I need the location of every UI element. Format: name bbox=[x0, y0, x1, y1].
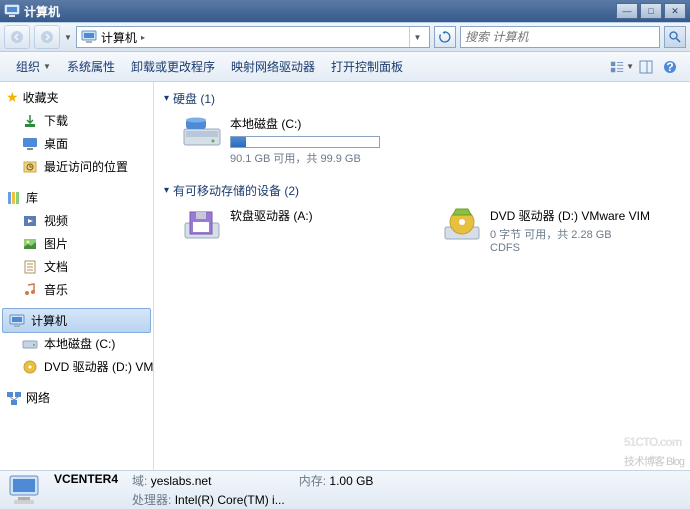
dvd-icon bbox=[22, 359, 38, 375]
map-drive-button[interactable]: 映射网络驱动器 bbox=[223, 54, 323, 79]
drive-name: 本地磁盘 (C:) bbox=[230, 115, 402, 134]
collapse-icon: ▾ bbox=[164, 185, 169, 196]
main-pane: ▾硬盘 (1) 本地磁盘 (C:) 90.1 GB 可用，共 99.9 GB ▾… bbox=[154, 82, 690, 470]
computer-icon bbox=[8, 473, 44, 507]
removable-section-header[interactable]: ▾有可移动存储的设备 (2) bbox=[164, 180, 680, 201]
breadcrumb-text[interactable]: 计算机 bbox=[101, 29, 137, 46]
address-bar[interactable]: 计算机 ▸ ▼ bbox=[76, 26, 430, 48]
search-box[interactable] bbox=[460, 26, 660, 48]
video-icon bbox=[22, 213, 38, 229]
sidebar-item-pictures[interactable]: 图片 bbox=[0, 232, 153, 255]
control-panel-button[interactable]: 打开控制面板 bbox=[323, 54, 411, 79]
sidebar: ★ 收藏夹 下载 桌面 最近访问的位置 库 视频 图片 文档 音乐 计算机 本地… bbox=[0, 82, 154, 470]
sidebar-item-videos[interactable]: 视频 bbox=[0, 209, 153, 232]
favorites-header[interactable]: ★ 收藏夹 bbox=[0, 86, 153, 109]
computer-name: VCENTER4 bbox=[54, 472, 118, 489]
drive-name: DVD 驱动器 (D:) VMware VIM bbox=[490, 207, 662, 226]
hard-disk-icon bbox=[182, 115, 222, 151]
organize-menu[interactable]: 组织 ▼ bbox=[8, 54, 59, 79]
picture-icon bbox=[22, 236, 38, 252]
sidebar-item-computer[interactable]: 计算机 bbox=[2, 308, 151, 333]
computer-icon bbox=[9, 313, 25, 329]
drive-floppy-a[interactable]: 软盘驱动器 (A:) bbox=[182, 207, 402, 254]
search-input[interactable] bbox=[465, 30, 655, 44]
cpu-value: Intel(R) Core(TM) i... bbox=[175, 493, 285, 507]
drive-free-space: 90.1 GB 可用，共 99.9 GB bbox=[230, 150, 402, 166]
network-icon bbox=[6, 390, 22, 406]
title-bar: 计算机 — □ ✕ bbox=[0, 0, 690, 22]
download-icon bbox=[22, 113, 38, 129]
sidebar-item-local-disk-c[interactable]: 本地磁盘 (C:) bbox=[0, 332, 153, 355]
floppy-icon bbox=[182, 207, 222, 243]
close-button[interactable]: ✕ bbox=[664, 3, 686, 19]
title-text: 计算机 bbox=[24, 3, 616, 20]
recent-icon bbox=[22, 159, 38, 175]
search-button[interactable] bbox=[664, 26, 686, 48]
music-icon bbox=[22, 282, 38, 298]
help-button[interactable]: ? bbox=[658, 56, 682, 78]
libraries-header[interactable]: 库 bbox=[0, 186, 153, 209]
drive-dvd-d[interactable]: DVD 驱动器 (D:) VMware VIM 0 字节 可用，共 2.28 G… bbox=[442, 207, 662, 254]
view-mode-button[interactable]: ▼ bbox=[610, 56, 634, 78]
sidebar-item-dvd-d[interactable]: DVD 驱动器 (D:) VM bbox=[0, 355, 153, 378]
minimize-button[interactable]: — bbox=[616, 3, 638, 19]
back-button[interactable] bbox=[4, 25, 30, 49]
network-header[interactable]: 网络 bbox=[0, 386, 153, 409]
library-icon bbox=[6, 190, 22, 206]
preview-pane-button[interactable] bbox=[634, 56, 658, 78]
desktop-icon bbox=[22, 136, 38, 152]
domain-value: yeslabs.net bbox=[151, 474, 212, 488]
refresh-button[interactable] bbox=[434, 26, 456, 48]
maximize-button[interactable]: □ bbox=[640, 3, 662, 19]
nav-bar: ▼ 计算机 ▸ ▼ bbox=[0, 22, 690, 52]
disk-usage-bar bbox=[230, 136, 380, 148]
disk-icon bbox=[22, 336, 38, 352]
sidebar-item-recent[interactable]: 最近访问的位置 bbox=[0, 155, 153, 178]
content-area: ★ 收藏夹 下载 桌面 最近访问的位置 库 视频 图片 文档 音乐 计算机 本地… bbox=[0, 82, 690, 470]
drive-name: 软盘驱动器 (A:) bbox=[230, 207, 402, 226]
document-icon bbox=[22, 259, 38, 275]
toolbar: 组织 ▼ 系统属性 卸载或更改程序 映射网络驱动器 打开控制面板 ▼ ? bbox=[0, 52, 690, 82]
collapse-icon: ▾ bbox=[164, 93, 169, 104]
hdd-section-header[interactable]: ▾硬盘 (1) bbox=[164, 88, 680, 109]
drive-filesystem: CDFS bbox=[490, 242, 662, 254]
address-dropdown-icon[interactable]: ▼ bbox=[409, 27, 425, 47]
nav-dropdown-icon[interactable]: ▼ bbox=[64, 33, 72, 42]
drive-local-c[interactable]: 本地磁盘 (C:) 90.1 GB 可用，共 99.9 GB bbox=[182, 115, 402, 166]
sidebar-item-desktop[interactable]: 桌面 bbox=[0, 132, 153, 155]
dvd-drive-icon bbox=[442, 207, 482, 243]
sidebar-item-downloads[interactable]: 下载 bbox=[0, 109, 153, 132]
svg-text:?: ? bbox=[666, 60, 673, 74]
star-icon: ★ bbox=[6, 89, 19, 106]
system-properties-button[interactable]: 系统属性 bbox=[59, 54, 123, 79]
breadcrumb-chevron-icon[interactable]: ▸ bbox=[141, 33, 145, 42]
uninstall-programs-button[interactable]: 卸载或更改程序 bbox=[123, 54, 223, 79]
status-bar: VCENTER4 域: yeslabs.net 内存: 1.00 GB 处理器:… bbox=[0, 470, 690, 509]
sidebar-item-music[interactable]: 音乐 bbox=[0, 278, 153, 301]
computer-icon bbox=[81, 29, 97, 45]
computer-icon bbox=[4, 3, 20, 19]
memory-value: 1.00 GB bbox=[329, 474, 373, 488]
sidebar-item-documents[interactable]: 文档 bbox=[0, 255, 153, 278]
forward-button[interactable] bbox=[34, 25, 60, 49]
drive-free-space: 0 字节 可用，共 2.28 GB bbox=[490, 226, 662, 242]
